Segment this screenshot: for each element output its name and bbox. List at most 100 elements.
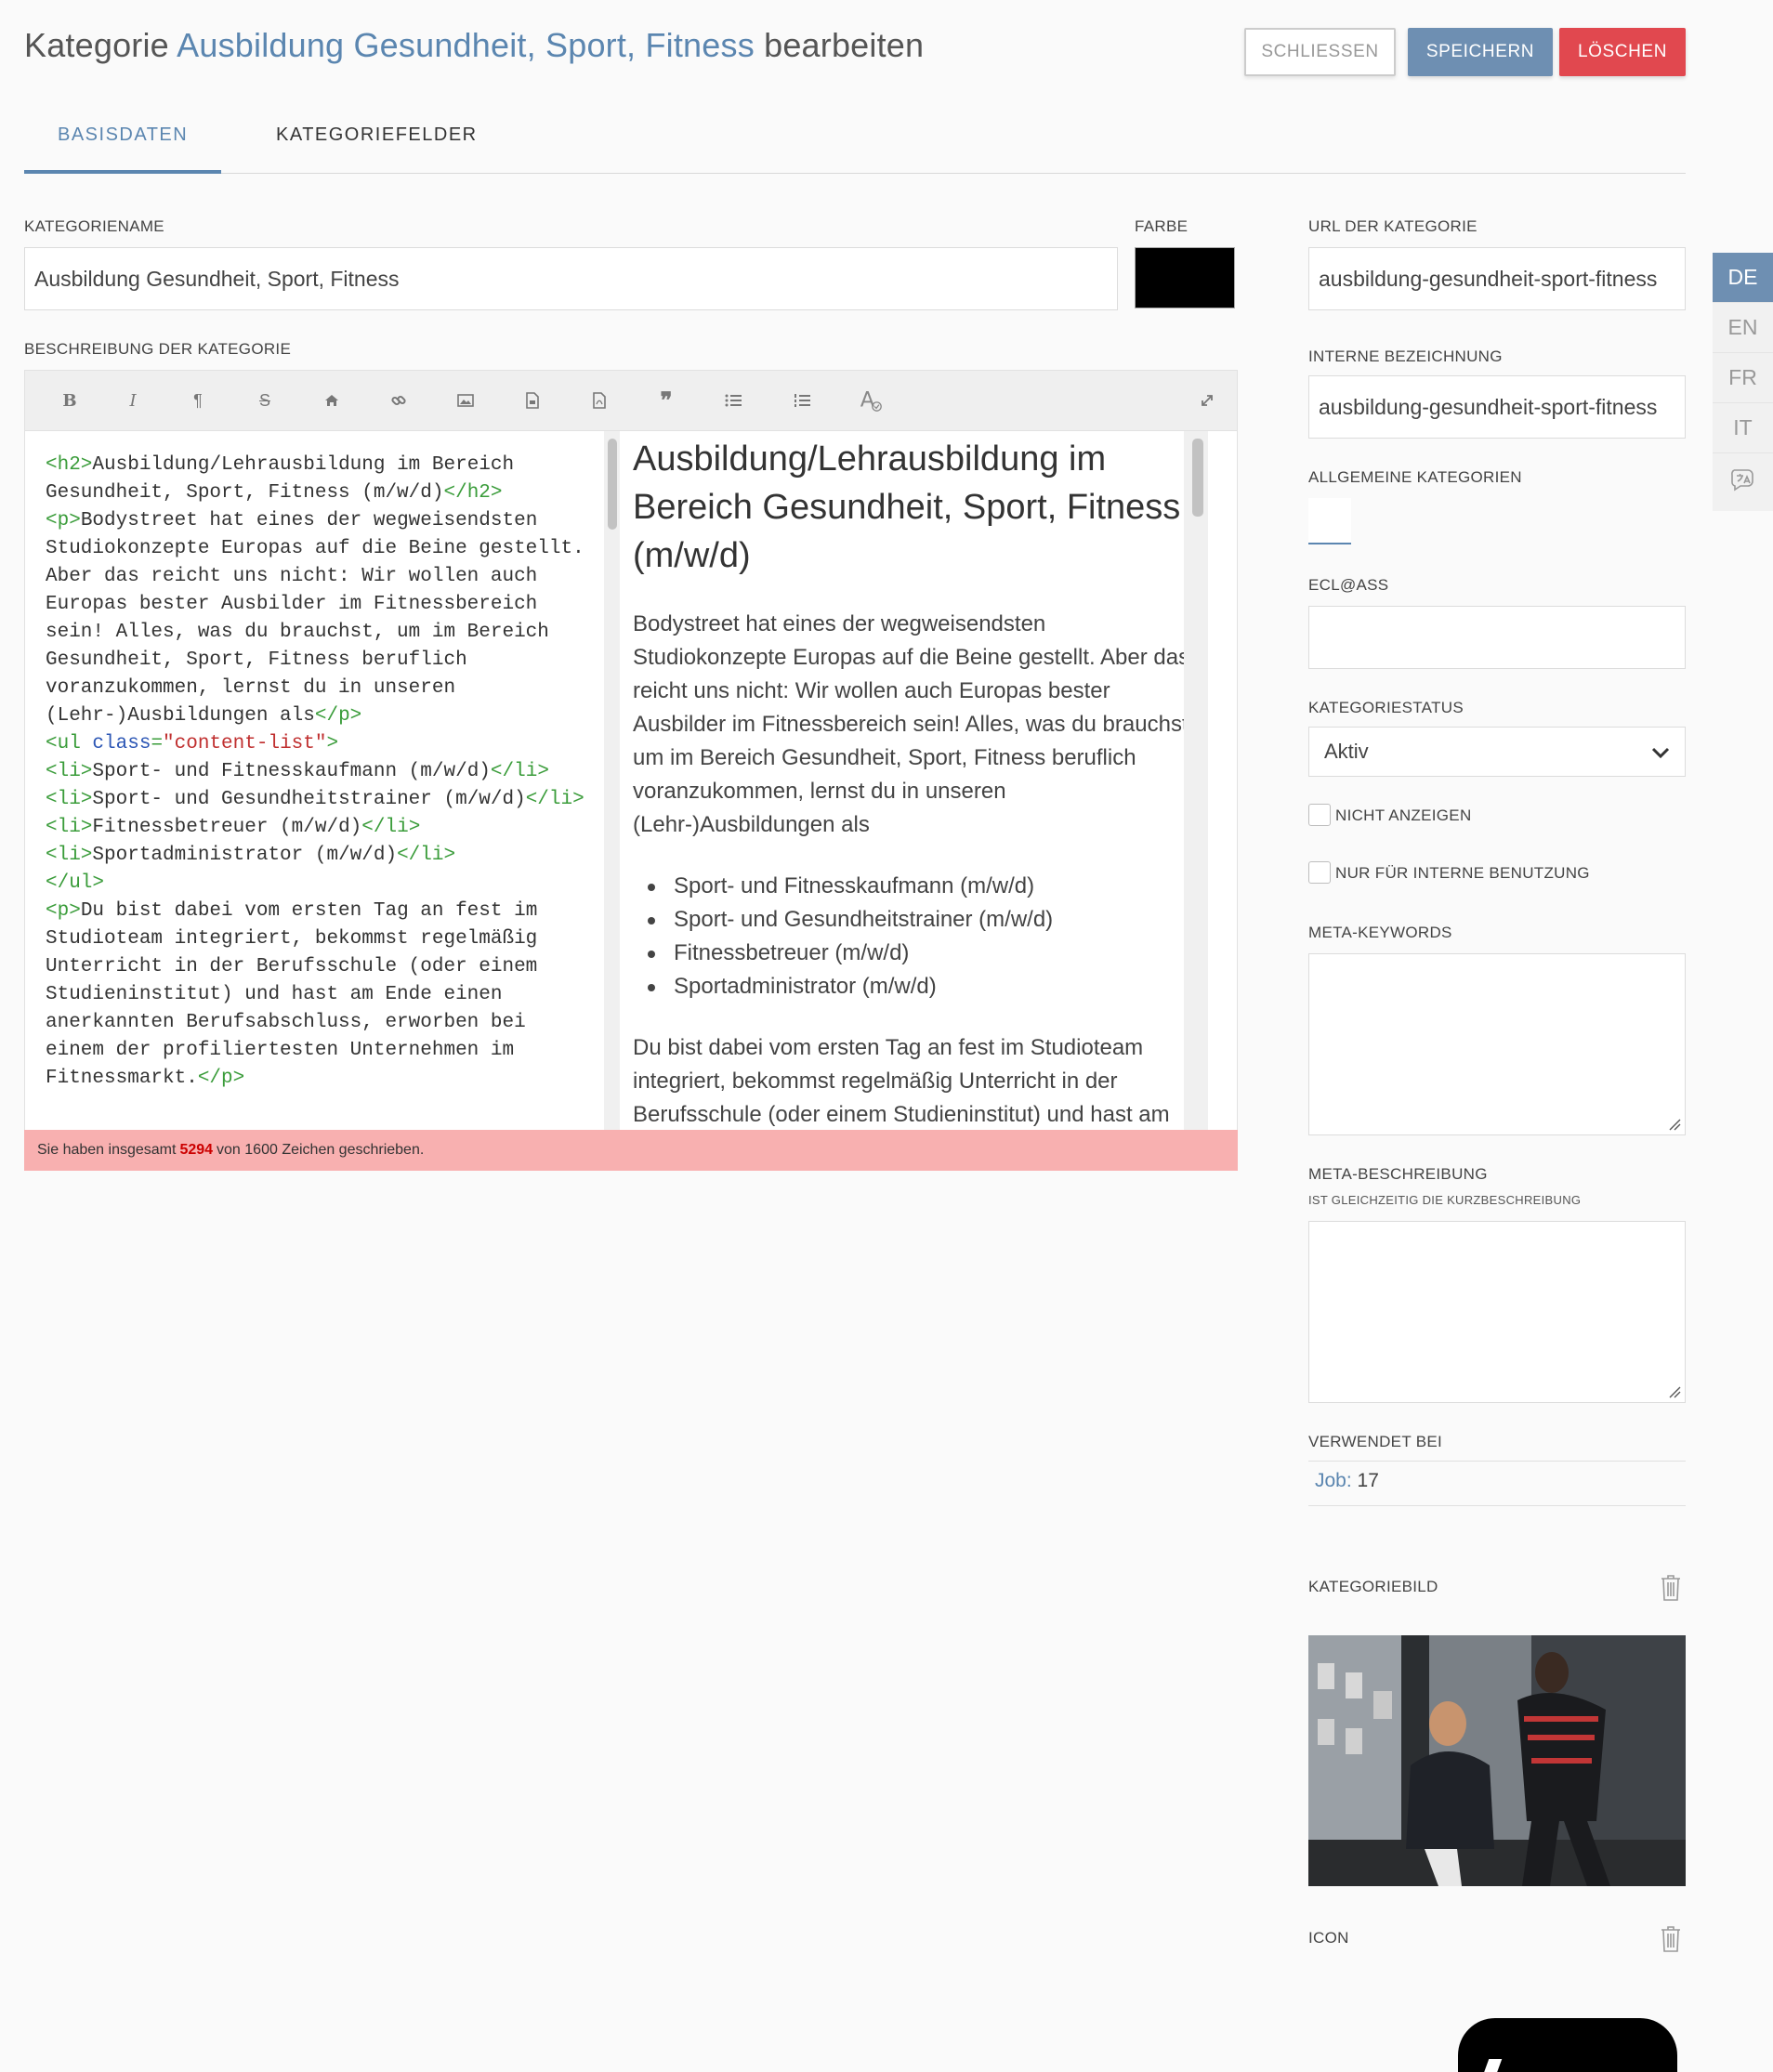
preview-pane: Ausbildung/Lehrausbildung im Bereich Ges… <box>620 431 1238 1130</box>
internal-name-input[interactable]: ausbildung-gesundheit-sport-fitness <box>1308 375 1686 439</box>
page-title: Kategorie Ausbildung Gesundheit, Sport, … <box>24 26 924 65</box>
image-icon[interactable] <box>453 387 479 413</box>
status-suffix: von 1600 Zeichen geschrieben. <box>217 1142 425 1158</box>
color-label: FARBE <box>1135 217 1189 235</box>
source-scroll-thumb[interactable] <box>608 439 617 530</box>
code-line: <h2>Ausbildung/Lehrausbildung im Bereich… <box>46 452 584 507</box>
code-line: <li>Sport- und Fitnesskaufmann (m/w/d)</… <box>46 758 584 786</box>
title-category: Ausbildung Gesundheit, Sport, Fitness <box>177 26 755 64</box>
delete-icon-trash-icon[interactable] <box>1660 1925 1682 1953</box>
list-item: Sportadministrator (m/w/d) <box>633 970 1200 1003</box>
meta-description-textarea[interactable] <box>1308 1221 1686 1403</box>
code-line: <li>Fitnessbetreuer (m/w/d)</li> <box>46 814 584 842</box>
code-tag: </li> <box>397 845 456 866</box>
link-icon[interactable] <box>386 387 412 413</box>
list-item: Sport- und Gesundheitstrainer (m/w/d) <box>633 903 1200 937</box>
code-tag: <li> <box>46 761 93 782</box>
title-prefix: Kategorie <box>24 26 169 64</box>
resize-handle-icon[interactable] <box>1668 1118 1681 1131</box>
general-categories-label: ALLGEMEINE KATEGORIEN <box>1308 468 1522 486</box>
lang-en[interactable]: EN <box>1713 303 1773 353</box>
job-link[interactable]: Job: <box>1315 1470 1352 1491</box>
hide-checkbox[interactable] <box>1308 804 1331 826</box>
divider <box>1308 1461 1686 1462</box>
code-text: Bodystreet hat eines der wegweisendsten … <box>46 510 597 727</box>
category-name-input[interactable]: Ausbildung Gesundheit, Sport, Fitness <box>24 247 1118 310</box>
delete-button[interactable]: LÖSCHEN <box>1559 28 1686 76</box>
name-label: KATEGORIENAME <box>24 217 164 235</box>
list-item: Sport- und Fitnesskaufmann (m/w/d) <box>633 870 1200 903</box>
tab-basisdaten[interactable]: BASISDATEN <box>58 125 188 146</box>
preview-heading: Ausbildung/Lehrausbildung im Bereich Ges… <box>633 439 1181 575</box>
resize-handle-icon[interactable] <box>1668 1385 1681 1398</box>
eclass-input[interactable] <box>1308 606 1686 669</box>
code-line: <li>Sport- und Gesundheitstrainer (m/w/d… <box>46 786 584 814</box>
italic-icon[interactable]: I <box>120 387 146 413</box>
code-text: Sport- und Fitnesskaufmann (m/w/d) <box>92 761 491 782</box>
file-icon[interactable] <box>519 387 545 413</box>
code-tag: <h2> <box>46 454 93 476</box>
markdown-source-pane[interactable]: <h2>Ausbildung/Lehrausbildung im Bereich… <box>24 431 604 1130</box>
color-picker[interactable] <box>1135 247 1235 308</box>
preview-scrollbar[interactable] <box>1184 431 1208 1130</box>
description-label: BESCHREIBUNG DER KATEGORIE <box>24 340 292 358</box>
code-tag: <li> <box>46 817 93 838</box>
meta-description-label: META-BESCHREIBUNG <box>1308 1165 1488 1183</box>
meta-keywords-textarea[interactable] <box>1308 953 1686 1135</box>
html-source[interactable]: <h2>Ausbildung/Lehrausbildung im Bereich… <box>46 452 584 1093</box>
paragraph-icon[interactable]: ¶ <box>185 387 211 413</box>
ordered-list-icon[interactable] <box>789 387 815 413</box>
code-tag: > <box>326 733 339 754</box>
category-image <box>1308 1635 1686 1886</box>
unordered-list-icon[interactable] <box>720 387 746 413</box>
code-tag: </li> <box>490 761 549 782</box>
status-label: KATEGORIESTATUS <box>1308 699 1464 716</box>
url-input[interactable]: ausbildung-gesundheit-sport-fitness <box>1308 247 1686 310</box>
fullscreen-icon[interactable] <box>1194 387 1220 413</box>
code-text: Fitnessbetreuer (m/w/d) <box>92 817 362 838</box>
preview-list: Sport- und Fitnesskaufmann (m/w/d) Sport… <box>633 870 1200 1003</box>
category-icon-image <box>1458 2018 1677 2072</box>
internal-only-checkbox[interactable] <box>1308 861 1331 884</box>
close-button[interactable]: SCHLIESSEN <box>1244 28 1396 76</box>
tab-kategoriefelder[interactable]: KATEGORIEFELDER <box>276 125 478 146</box>
code-line: <p>Bodystreet hat eines der wegweisendst… <box>46 507 584 730</box>
strikethrough-icon[interactable]: S <box>252 387 278 413</box>
lang-it[interactable]: IT <box>1713 403 1773 453</box>
hide-label: NICHT ANZEIGEN <box>1335 807 1472 824</box>
translate-icon[interactable] <box>1713 453 1773 504</box>
save-button[interactable]: SPEICHERN <box>1408 28 1553 76</box>
source-scrollbar[interactable] <box>604 431 620 1130</box>
status-select[interactable]: Aktiv <box>1308 727 1686 777</box>
preview-scroll-thumb[interactable] <box>1192 439 1203 517</box>
used-in-row: Job: 17 <box>1315 1470 1379 1492</box>
spellcheck-icon[interactable]: A <box>858 387 884 413</box>
code-text: Sport- und Gesundheitstrainer (m/w/d) <box>92 789 526 810</box>
character-count: 5294 <box>179 1142 214 1158</box>
code-tag: <p> <box>46 510 81 531</box>
internal-name-label: INTERNE BEZEICHNUNG <box>1308 348 1503 365</box>
code-attr: class <box>92 733 151 754</box>
character-count-bar: Sie haben insgesamt 5294 von 1600 Zeiche… <box>24 1130 1238 1171</box>
category-image-label: KATEGORIEBILD <box>1308 1578 1438 1595</box>
code-line: <p>Du bist dabei vom ersten Tag an fest … <box>46 898 584 1093</box>
code-text: Sportadministrator (m/w/d) <box>92 845 398 866</box>
pdf-icon[interactable] <box>586 387 612 413</box>
general-categories-select[interactable] <box>1308 498 1351 544</box>
code-line: <ul class="content-list"> <box>46 730 584 758</box>
code-tag: <p> <box>46 900 81 922</box>
code-tag: <li> <box>46 789 93 810</box>
meta-description-hint: IST GLEICHZEITIG DIE KURZBESCHREIBUNG <box>1308 1193 1582 1207</box>
code-tag: </p> <box>314 705 362 727</box>
code-str: "content-list" <box>163 733 327 754</box>
code-tag: </ul> <box>46 872 105 894</box>
code-tag: </li> <box>525 789 584 810</box>
lang-de[interactable]: DE <box>1713 253 1773 303</box>
home-icon[interactable] <box>319 387 345 413</box>
lang-fr[interactable]: FR <box>1713 353 1773 403</box>
delete-image-trash-icon[interactable] <box>1660 1574 1682 1602</box>
quote-icon[interactable]: ❞ <box>653 387 679 413</box>
bold-icon[interactable]: B <box>57 387 83 413</box>
code-text: Du bist dabei vom ersten Tag an fest im … <box>46 900 549 1089</box>
tabs-divider <box>24 173 1686 174</box>
